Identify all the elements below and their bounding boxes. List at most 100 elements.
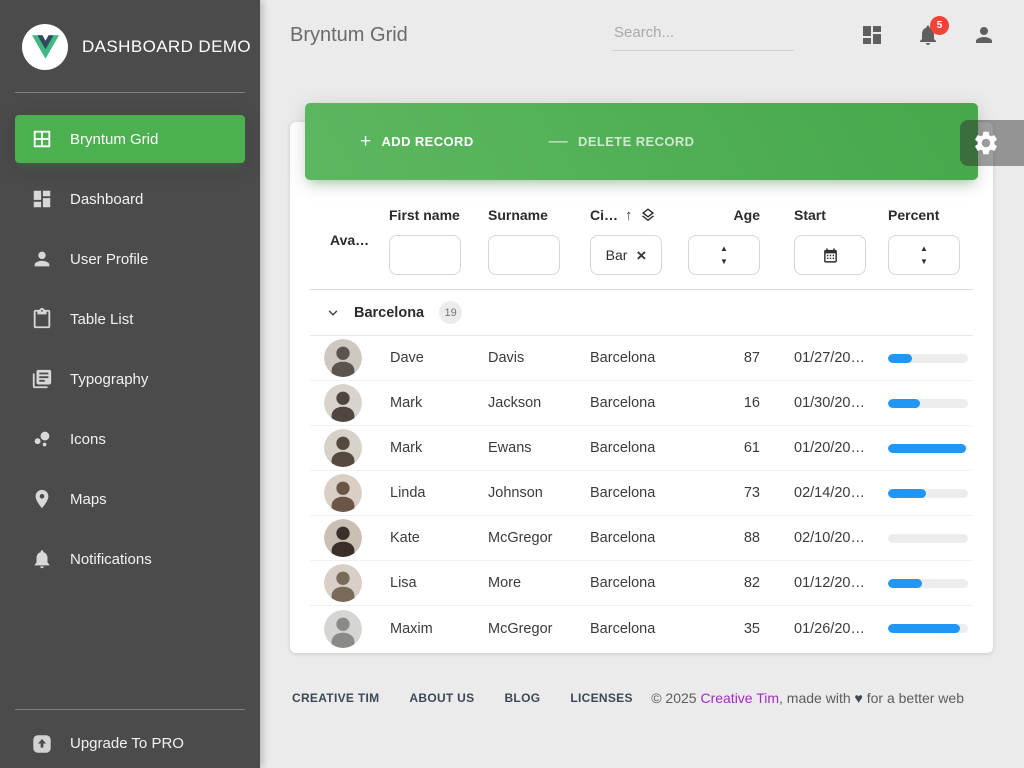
table-row[interactable]: LisaMoreBarcelona8201/12/20…	[310, 561, 973, 606]
person-icon	[31, 248, 53, 270]
city-cell: Barcelona	[583, 530, 683, 546]
upgrade-label: Upgrade To PRO	[70, 735, 184, 752]
column-header-surname: Surname	[483, 204, 583, 275]
clipboard-icon	[31, 308, 53, 330]
app-window: DASHBOARD DEMO Bryntum Grid Dashboard User…	[0, 0, 1024, 768]
person-icon	[972, 23, 996, 47]
footer-link-about-us[interactable]: ABOUT US	[409, 691, 474, 705]
footer-link-creative-tim[interactable]: CREATIVE TIM	[292, 691, 379, 705]
sidebar-item-bryntum-grid[interactable]: Bryntum Grid	[15, 115, 245, 163]
start-date-cell: 01/20/20…	[763, 440, 878, 456]
sidebar-item-table-list[interactable]: Table List	[15, 295, 245, 343]
start-date-cell: 02/14/20…	[763, 485, 878, 501]
age-cell: 82	[683, 575, 763, 591]
age-cell: 73	[683, 485, 763, 501]
add-record-label: ADD RECORD	[382, 134, 474, 149]
brand-header[interactable]: DASHBOARD DEMO	[0, 0, 260, 92]
creative-tim-link[interactable]: Creative Tim	[700, 690, 779, 706]
column-header-avatar[interactable]: Ava…	[310, 204, 385, 275]
surname-filter-input[interactable]	[488, 235, 560, 275]
grid-toolbar: + ADD RECORD — DELETE RECORD	[305, 103, 978, 180]
notifications-button[interactable]: 5	[916, 23, 940, 47]
dashboard-icon	[31, 188, 53, 210]
stepper-up-icon[interactable]: ▲	[720, 245, 728, 253]
age-cell: 16	[683, 395, 763, 411]
heart-icon: ♥	[855, 690, 863, 706]
table-row[interactable]: KateMcGregorBarcelona8802/10/20…	[310, 516, 973, 561]
column-header-percent: Percent ▲ ▼	[878, 204, 973, 275]
number-stepper-icon[interactable]: ▲ ▼	[720, 245, 728, 266]
grid-card: + ADD RECORD — DELETE RECORD Ava…	[290, 122, 993, 653]
percent-bar	[888, 534, 968, 543]
city-cell: Barcelona	[583, 350, 683, 366]
settings-panel-button[interactable]	[960, 120, 1024, 166]
percent-bar	[888, 579, 968, 588]
sidebar-item-icons[interactable]: Icons	[15, 415, 245, 463]
plus-icon: +	[360, 132, 372, 151]
number-stepper-icon[interactable]: ▲ ▼	[920, 245, 928, 266]
stepper-down-icon[interactable]: ▼	[920, 258, 928, 266]
avatar	[324, 474, 362, 512]
city-filter-input[interactable]: Bar ×	[590, 235, 662, 275]
age-column-label[interactable]: Age	[683, 204, 763, 226]
group-count-badge: 19	[439, 301, 462, 324]
sidebar-item-dashboard[interactable]: Dashboard	[15, 175, 245, 223]
chevron-down-icon[interactable]	[326, 306, 340, 320]
avatar	[324, 564, 362, 602]
city-cell: Barcelona	[583, 485, 683, 501]
grid-icon	[31, 128, 53, 150]
age-filter-stepper[interactable]: ▲ ▼	[688, 235, 760, 275]
column-header-age: Age ▲ ▼	[683, 204, 763, 275]
sort-ascending-icon[interactable]: ↑	[625, 207, 633, 224]
clear-filter-icon[interactable]: ×	[636, 247, 646, 264]
footer-link-blog[interactable]: BLOG	[504, 691, 540, 705]
first-name-cell: Maxim	[385, 621, 483, 637]
avatar	[324, 339, 362, 377]
footer: CREATIVE TIMABOUT USBLOGLICENSES © 2025 …	[260, 677, 1024, 719]
footer-link-licenses[interactable]: LICENSES	[570, 691, 632, 705]
age-cell: 61	[683, 440, 763, 456]
sidebar-item-notifications[interactable]: Notifications	[15, 535, 245, 583]
start-date-cell: 01/12/20…	[763, 575, 878, 591]
sidebar-item-user-profile[interactable]: User Profile	[15, 235, 245, 283]
surname-cell: McGregor	[483, 621, 583, 637]
table-row[interactable]: MaximMcGregorBarcelona3501/26/20…	[310, 606, 973, 651]
surname-cell: More	[483, 575, 583, 591]
calendar-icon[interactable]	[822, 247, 839, 264]
table-row[interactable]: DaveDavisBarcelona8701/27/20…	[310, 336, 973, 381]
first-name-filter-input[interactable]	[389, 235, 461, 275]
table-row[interactable]: MarkJacksonBarcelona1601/30/20…	[310, 381, 973, 426]
table-row[interactable]: LindaJohnsonBarcelona7302/14/20…	[310, 471, 973, 516]
sidebar-item-upgrade-to-pro[interactable]: Upgrade To PRO	[15, 718, 245, 768]
city-cell: Barcelona	[583, 395, 683, 411]
city-column-label[interactable]: Ci… ↑	[583, 204, 683, 226]
sidebar-item-typography[interactable]: Typography	[15, 355, 245, 403]
percent-filter-stepper[interactable]: ▲ ▼	[888, 235, 960, 275]
column-header-first-name: First name	[385, 204, 483, 275]
gear-icon	[972, 129, 1000, 157]
first-name-column-label[interactable]: First name	[385, 204, 483, 226]
surname-column-label[interactable]: Surname	[483, 204, 583, 226]
search-input[interactable]	[612, 20, 794, 50]
stepper-down-icon[interactable]: ▼	[720, 258, 728, 266]
add-record-button[interactable]: + ADD RECORD	[360, 132, 474, 151]
sidebar-nav: Bryntum Grid Dashboard User Profile Table L…	[0, 93, 260, 709]
table-row[interactable]: MarkEwansBarcelona6101/20/20…	[310, 426, 973, 471]
percent-column-label[interactable]: Percent	[878, 204, 973, 226]
start-date-filter[interactable]	[794, 235, 866, 275]
sidebar-item-maps[interactable]: Maps	[15, 475, 245, 523]
group-row-barcelona[interactable]: Barcelona 19	[310, 290, 973, 336]
percent-bar	[888, 489, 968, 498]
group-layers-icon[interactable]	[640, 207, 656, 223]
city-cell: Barcelona	[583, 575, 683, 591]
avatar	[324, 384, 362, 422]
sidebar: DASHBOARD DEMO Bryntum Grid Dashboard User…	[0, 0, 260, 768]
topbar-actions: 5	[612, 20, 996, 51]
delete-record-button[interactable]: — DELETE RECORD	[549, 132, 695, 151]
profile-button[interactable]	[972, 23, 996, 47]
dashboard-shortcut-button[interactable]	[860, 23, 884, 47]
stepper-up-icon[interactable]: ▲	[920, 245, 928, 253]
start-column-label[interactable]: Start	[763, 204, 878, 226]
avatar	[324, 610, 362, 648]
first-name-cell: Mark	[385, 395, 483, 411]
